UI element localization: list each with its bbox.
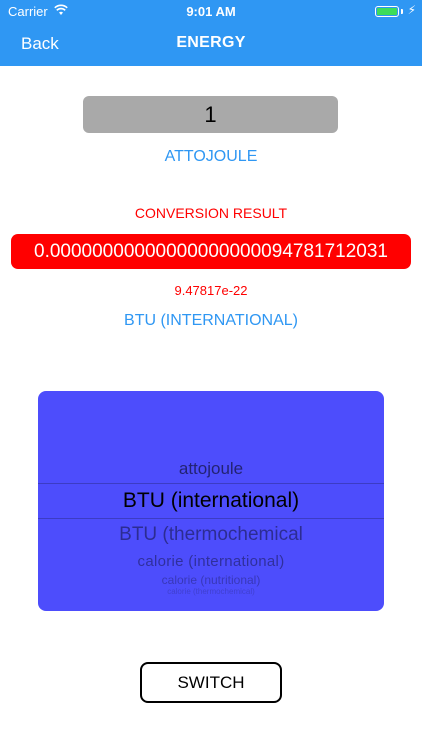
picker-selection-top-line [38,483,384,484]
battery-icon [375,6,399,17]
page-title: ENERGY [176,34,246,51]
status-time: 9:01 AM [186,4,236,19]
picker-option[interactable]: BTU (thermochemical [38,524,384,546]
from-unit-label: ATTOJOULE [164,148,258,165]
value-input[interactable]: 1 [83,96,338,133]
switch-button[interactable]: SWITCH [140,662,282,703]
conversion-result-value: 0.00000000000000000000094781712031 [11,234,411,269]
conversion-result-scientific: 9.47817e-22 [174,283,248,298]
picker-option[interactable]: calorie (thermochemical) [38,587,384,596]
battery-tip [401,9,403,14]
to-unit-label: BTU (INTERNATIONAL) [124,312,298,329]
unit-picker[interactable]: attojoule BTU (international) BTU (therm… [38,391,384,611]
navigation-bar: Back ENERGY [0,22,422,66]
conversion-result-heading: CONVERSION RESULT [134,205,288,221]
status-bar: Carrier 9:01 AM ⚡︎ [0,0,422,22]
charging-bolt-icon: ⚡︎ [407,3,416,17]
picker-selection-bottom-line [38,518,384,519]
picker-option-selected[interactable]: BTU (international) [38,489,384,513]
picker-option[interactable]: calorie (international) [38,553,384,570]
picker-option[interactable]: calorie (nutritional) [38,573,384,587]
picker-option-previous[interactable]: attojoule [38,459,384,479]
